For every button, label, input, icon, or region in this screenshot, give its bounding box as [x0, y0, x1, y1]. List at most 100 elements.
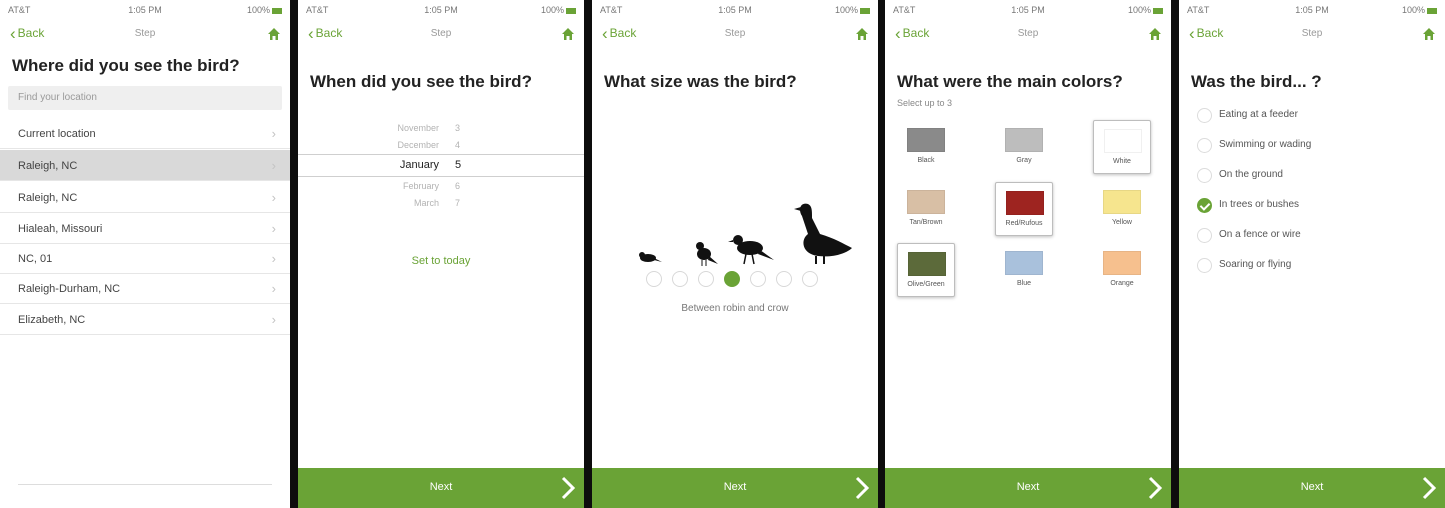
option-label: Eating at a feeder	[1219, 109, 1298, 120]
check-icon	[1197, 198, 1212, 213]
bird-size-silhouettes	[639, 203, 852, 266]
next-label: Next	[723, 481, 747, 493]
size-option[interactable]	[802, 271, 818, 287]
swatch-color	[1103, 190, 1141, 214]
swatch-color	[907, 128, 945, 152]
radio-icon	[1197, 168, 1212, 183]
swatch-label: Blue	[1016, 280, 1031, 287]
color-swatch[interactable]: Olive/Green	[897, 243, 955, 297]
chevron-right-icon	[561, 476, 576, 500]
page-title: Where did you see the bird?	[12, 56, 240, 75]
picker-day: 4	[455, 140, 461, 150]
status-bar: AT&T 1:05 PM 100%	[0, 0, 290, 22]
chevron-right-icon: ›	[271, 251, 276, 266]
list-item-location[interactable]: NC, 01 ›	[0, 243, 290, 274]
next-label: Next	[1300, 481, 1324, 493]
picker-row[interactable]: February 6	[298, 181, 584, 196]
location-label: Raleigh, NC	[18, 160, 78, 172]
location-label: Hialeah, Missouri	[18, 223, 103, 235]
color-swatch[interactable]: White	[1093, 120, 1151, 174]
next-button[interactable]: Next	[592, 468, 878, 508]
size-option[interactable]	[698, 271, 714, 287]
radio-icon	[1197, 108, 1212, 123]
nav-title: Step	[1017, 28, 1039, 39]
page-title: What size was the bird?	[604, 72, 797, 91]
picker-row-selected[interactable]: January 5	[298, 159, 584, 174]
size-caption: Between robin and crow	[681, 303, 789, 314]
screen-colors: AT&T 1:05 PM 100% ‹ Back Step What were t…	[885, 0, 1171, 508]
swatch-label: White	[1113, 158, 1131, 165]
list-item-location[interactable]: Raleigh, NC ›	[0, 150, 290, 181]
chevron-right-icon: ›	[271, 158, 276, 173]
chevron-right-icon: ›	[271, 221, 276, 236]
list-item-location[interactable]: Raleigh, NC ›	[0, 182, 290, 213]
list-item-location[interactable]: Elizabeth, NC ›	[0, 304, 290, 335]
list-item-location[interactable]: Raleigh-Durham, NC ›	[0, 273, 290, 304]
status-bar: AT&T 1:05 PM 100%	[1179, 0, 1445, 22]
picker-month: December	[397, 140, 439, 150]
home-icon[interactable]	[1422, 27, 1436, 41]
search-input[interactable]: Find your location	[8, 86, 282, 110]
chevron-right-icon	[1422, 476, 1437, 500]
picker-month: January	[399, 159, 439, 171]
color-swatch[interactable]: Gray	[995, 120, 1053, 174]
location-label: NC, 01	[18, 253, 53, 265]
swatch-label: Black	[917, 157, 935, 164]
size-option[interactable]	[776, 271, 792, 287]
screen-location: AT&T 1:05 PM 100% ‹ Back Step Where did y…	[0, 0, 290, 508]
home-icon[interactable]	[267, 27, 281, 41]
swatch-label: Red/Rufous	[1005, 220, 1043, 227]
radio-icon	[1197, 228, 1212, 243]
picker-row[interactable]: March 7	[298, 198, 584, 213]
battery-indicator: 100%	[1128, 5, 1163, 15]
color-swatch[interactable]: Black	[897, 120, 955, 174]
chevron-right-icon: ›	[271, 281, 276, 296]
list-item-location[interactable]: Current location ›	[0, 118, 290, 149]
chevron-right-icon: ›	[271, 190, 276, 205]
color-swatch[interactable]: Orange	[1093, 243, 1151, 297]
nav-bar: ‹ Back Step	[592, 22, 878, 48]
screen-date: AT&T 1:05 PM 100% ‹ Back Step When did yo…	[298, 0, 584, 508]
picker-month: March	[413, 198, 439, 208]
small-bird-icon	[696, 242, 718, 266]
size-option[interactable]	[646, 271, 662, 287]
size-option[interactable]	[672, 271, 688, 287]
color-swatch[interactable]: Yellow	[1093, 182, 1151, 236]
picker-row[interactable]: November 3	[298, 123, 584, 138]
size-option[interactable]	[750, 271, 766, 287]
swatch-label: Orange	[1110, 280, 1134, 287]
home-icon[interactable]	[561, 27, 575, 41]
chevron-right-icon: ›	[271, 126, 276, 141]
size-option-selected[interactable]	[724, 271, 740, 287]
page-title: Was the bird... ?	[1191, 72, 1322, 91]
battery-indicator: 100%	[1402, 5, 1437, 15]
battery-label: 100%	[834, 5, 858, 15]
next-button[interactable]: Next	[1179, 468, 1445, 508]
color-swatch[interactable]: Blue	[995, 243, 1053, 297]
nav-bar: ‹ Back Step	[0, 22, 290, 48]
nav-bar: ‹ Back Step	[885, 22, 1171, 48]
swatch-label: Gray	[1016, 157, 1032, 164]
battery-label: 100%	[246, 5, 270, 15]
option-label: Soaring or flying	[1219, 259, 1292, 270]
swatch-color	[908, 252, 946, 276]
nav-title: Step	[430, 28, 452, 39]
picker-day: 7	[455, 198, 461, 208]
color-swatch[interactable]: Red/Rufous	[995, 182, 1053, 236]
chevron-right-icon: ›	[271, 312, 276, 327]
battery-indicator: 100%	[541, 5, 576, 15]
home-icon[interactable]	[1148, 27, 1162, 41]
picker-row[interactable]: December 4	[298, 140, 584, 155]
set-today-button[interactable]: Set to today	[298, 255, 584, 267]
list-item-location[interactable]: Hialeah, Missouri ›	[0, 213, 290, 244]
divider	[18, 484, 272, 485]
swatch-color	[907, 190, 945, 214]
location-label: Elizabeth, NC	[18, 314, 86, 326]
size-selector[interactable]	[592, 271, 878, 291]
next-button[interactable]: Next	[885, 468, 1171, 508]
nav-bar: ‹ Back Step	[298, 22, 584, 48]
color-swatch[interactable]: Tan/Brown	[897, 182, 955, 236]
home-icon[interactable]	[855, 27, 869, 41]
next-button[interactable]: Next	[298, 468, 584, 508]
swatch-color	[1006, 191, 1044, 215]
